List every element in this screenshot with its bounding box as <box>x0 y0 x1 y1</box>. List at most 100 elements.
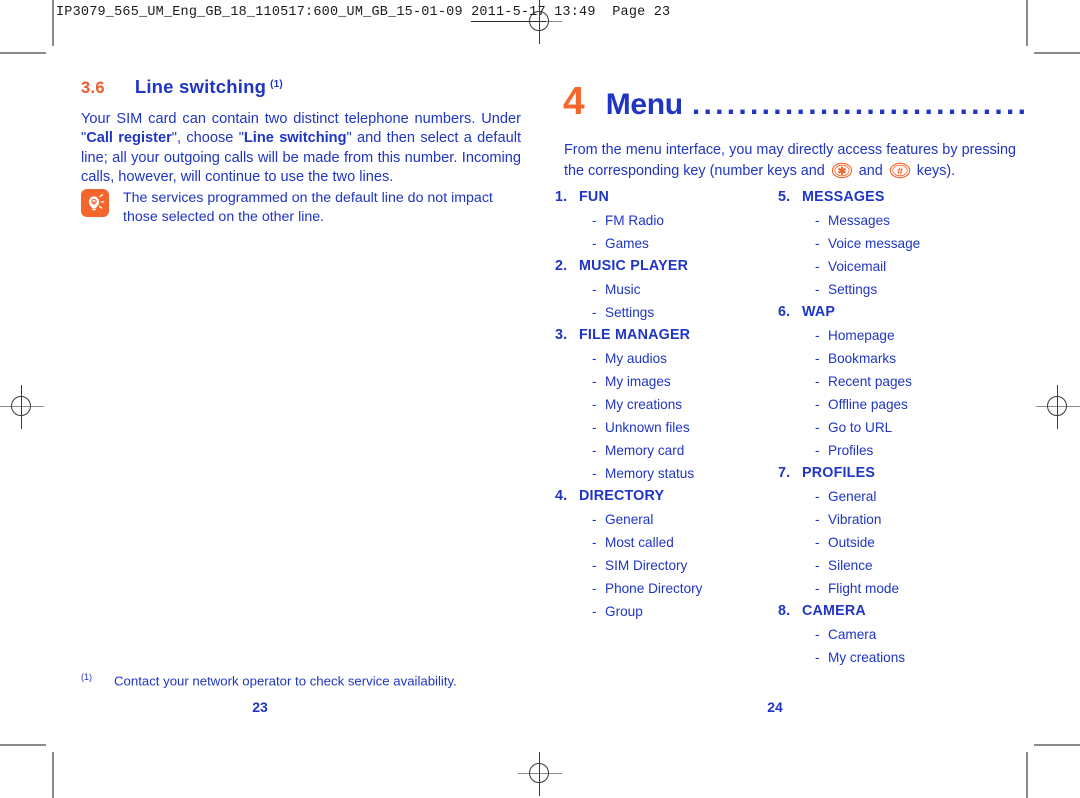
menu-item-dash: - <box>815 558 820 573</box>
menu-item[interactable]: - Homepage <box>778 324 1000 347</box>
menu-group-heading[interactable]: 5. MESSAGES <box>778 186 1000 209</box>
menu-group-title: PROFILES <box>802 465 876 481</box>
body-bold-run: Line switching <box>243 130 347 147</box>
menu-item[interactable]: - FM Radio <box>555 209 777 232</box>
menu-item[interactable]: - Settings <box>778 278 1000 301</box>
menu-item-label: My creations <box>828 650 906 665</box>
page-footnote: (1) Contact your network operator to chec… <box>81 672 521 688</box>
menu-item[interactable]: - Silence <box>778 554 1000 577</box>
menu-item-dash: - <box>815 443 820 458</box>
menu-item[interactable]: - Memory status <box>555 462 777 485</box>
tip-note-text: The services programmed on the default l… <box>123 190 493 225</box>
svg-text:#: # <box>897 165 903 177</box>
menu-item-label: Group <box>605 604 643 619</box>
menu-item[interactable]: - Unknown files <box>555 416 777 439</box>
crop-mark-top-right-vertical <box>1026 0 1028 46</box>
menu-item[interactable]: - Outside <box>778 531 1000 554</box>
menu-group-heading[interactable]: 1. FUN <box>555 186 777 209</box>
menu-item[interactable]: - My creations <box>555 393 777 416</box>
menu-item[interactable]: - Profiles <box>778 439 1000 462</box>
menu-item[interactable]: - SIM Directory <box>555 554 777 577</box>
menu-item-label: SIM Directory <box>605 558 688 573</box>
crop-mark-top-left-horizontal <box>0 52 46 54</box>
crop-mark-top-left-vertical <box>52 0 54 46</box>
menu-item-dash: - <box>592 374 597 389</box>
registration-mark-right <box>1036 385 1080 429</box>
menu-item[interactable]: - Voice message <box>778 232 1000 255</box>
tip-note: The services programmed on the default l… <box>81 188 523 227</box>
menu-item-label: Offline pages <box>828 397 908 412</box>
crop-mark-top-right-horizontal <box>1034 52 1080 54</box>
page-number-left: 23 <box>252 699 268 715</box>
menu-item[interactable]: - Flight mode <box>778 577 1000 600</box>
chapter-intro-conjunction: and <box>858 163 883 179</box>
menu-item-dash: - <box>815 213 820 228</box>
menu-item[interactable]: - General <box>778 485 1000 508</box>
menu-group-number: 1. <box>555 189 568 205</box>
menu-item-label: My images <box>605 374 671 389</box>
menu-item-label: Outside <box>828 535 875 550</box>
menu-item[interactable]: - Phone Directory <box>555 577 777 600</box>
menu-item[interactable]: - Go to URL <box>778 416 1000 439</box>
menu-item[interactable]: - Bookmarks <box>778 347 1000 370</box>
menu-item[interactable]: - Music <box>555 278 777 301</box>
hash-key-icon: # <box>889 162 911 179</box>
menu-item[interactable]: - Settings <box>555 301 777 324</box>
crop-mark-bottom-right-vertical <box>1026 752 1028 798</box>
menu-group-title: MESSAGES <box>802 189 885 205</box>
menu-item-label: Profiles <box>828 443 874 458</box>
menu-item[interactable]: - My creations <box>778 646 1000 669</box>
crop-mark-bottom-left-horizontal <box>0 744 46 746</box>
menu-group-heading[interactable]: 4. DIRECTORY <box>555 485 777 508</box>
menu-item[interactable]: - Memory card <box>555 439 777 462</box>
menu-group-heading[interactable]: 2. MUSIC PLAYER <box>555 255 777 278</box>
footnote-marker: (1) <box>81 672 92 682</box>
menu-group-heading[interactable]: 7. PROFILES <box>778 462 1000 485</box>
menu-item-dash: - <box>592 236 597 251</box>
menu-group-number: 3. <box>555 327 568 343</box>
menu-group-number: 6. <box>778 304 791 320</box>
menu-item[interactable]: - Camera <box>778 623 1000 646</box>
menu-item-dash: - <box>592 466 597 481</box>
menu-item[interactable]: - My audios <box>555 347 777 370</box>
menu-item[interactable]: - Recent pages <box>778 370 1000 393</box>
section-title: Line switching <box>134 76 267 97</box>
menu-item[interactable]: - General <box>555 508 777 531</box>
menu-item-label: Settings <box>828 282 878 297</box>
menu-group: 3. FILE MANAGER - My audios - My images - My cr… <box>555 324 777 485</box>
menu-item-label: FM Radio <box>605 213 664 228</box>
chapter-intro-part2: keys). <box>916 163 956 179</box>
menu-item[interactable]: - Group <box>555 600 777 623</box>
menu-item[interactable]: - Messages <box>778 209 1000 232</box>
menu-item-dash: - <box>592 558 597 573</box>
menu-item-label: My creations <box>605 397 683 412</box>
menu-item[interactable]: - Voicemail <box>778 255 1000 278</box>
menu-item-dash: - <box>815 259 820 274</box>
menu-item-dash: - <box>815 512 820 527</box>
menu-item[interactable]: - Games <box>555 232 777 255</box>
menu-group: 1. FUN - FM Radio - Games <box>555 186 777 255</box>
menu-item-label: Music <box>605 282 641 297</box>
menu-group-heading[interactable]: 6. WAP <box>778 301 1000 324</box>
menu-item[interactable]: - My images <box>555 370 777 393</box>
menu-group-title: FUN <box>579 189 609 205</box>
menu-item-list: - My audios - My images - My creations - Unknow… <box>555 347 777 485</box>
menu-item-list: - Camera - My creations <box>778 623 1000 669</box>
menu-group: 6. WAP - Homepage - Bookmarks - Recent pages - Of… <box>778 301 1000 462</box>
menu-item-dash: - <box>815 535 820 550</box>
menu-item-dash: - <box>815 374 820 389</box>
menu-item-label: Settings <box>605 305 655 320</box>
menu-group-number: 4. <box>555 488 568 504</box>
menu-group-heading[interactable]: 8. CAMERA <box>778 600 1000 623</box>
menu-item[interactable]: - Offline pages <box>778 393 1000 416</box>
menu-group-number: 7. <box>778 465 791 481</box>
menu-item-list: - Homepage - Bookmarks - Recent pages - Offline… <box>778 324 1000 462</box>
menu-item[interactable]: - Most called <box>555 531 777 554</box>
menu-group-title: FILE MANAGER <box>579 327 691 343</box>
menu-group-heading[interactable]: 3. FILE MANAGER <box>555 324 777 347</box>
menu-item-label: General <box>605 512 654 527</box>
menu-item[interactable]: - Vibration <box>778 508 1000 531</box>
menu-item-label: My audios <box>605 351 667 366</box>
menu-item-label: Camera <box>828 627 877 642</box>
menu-item-list: - Messages - Voice message - Voicemail - Settin… <box>778 209 1000 301</box>
